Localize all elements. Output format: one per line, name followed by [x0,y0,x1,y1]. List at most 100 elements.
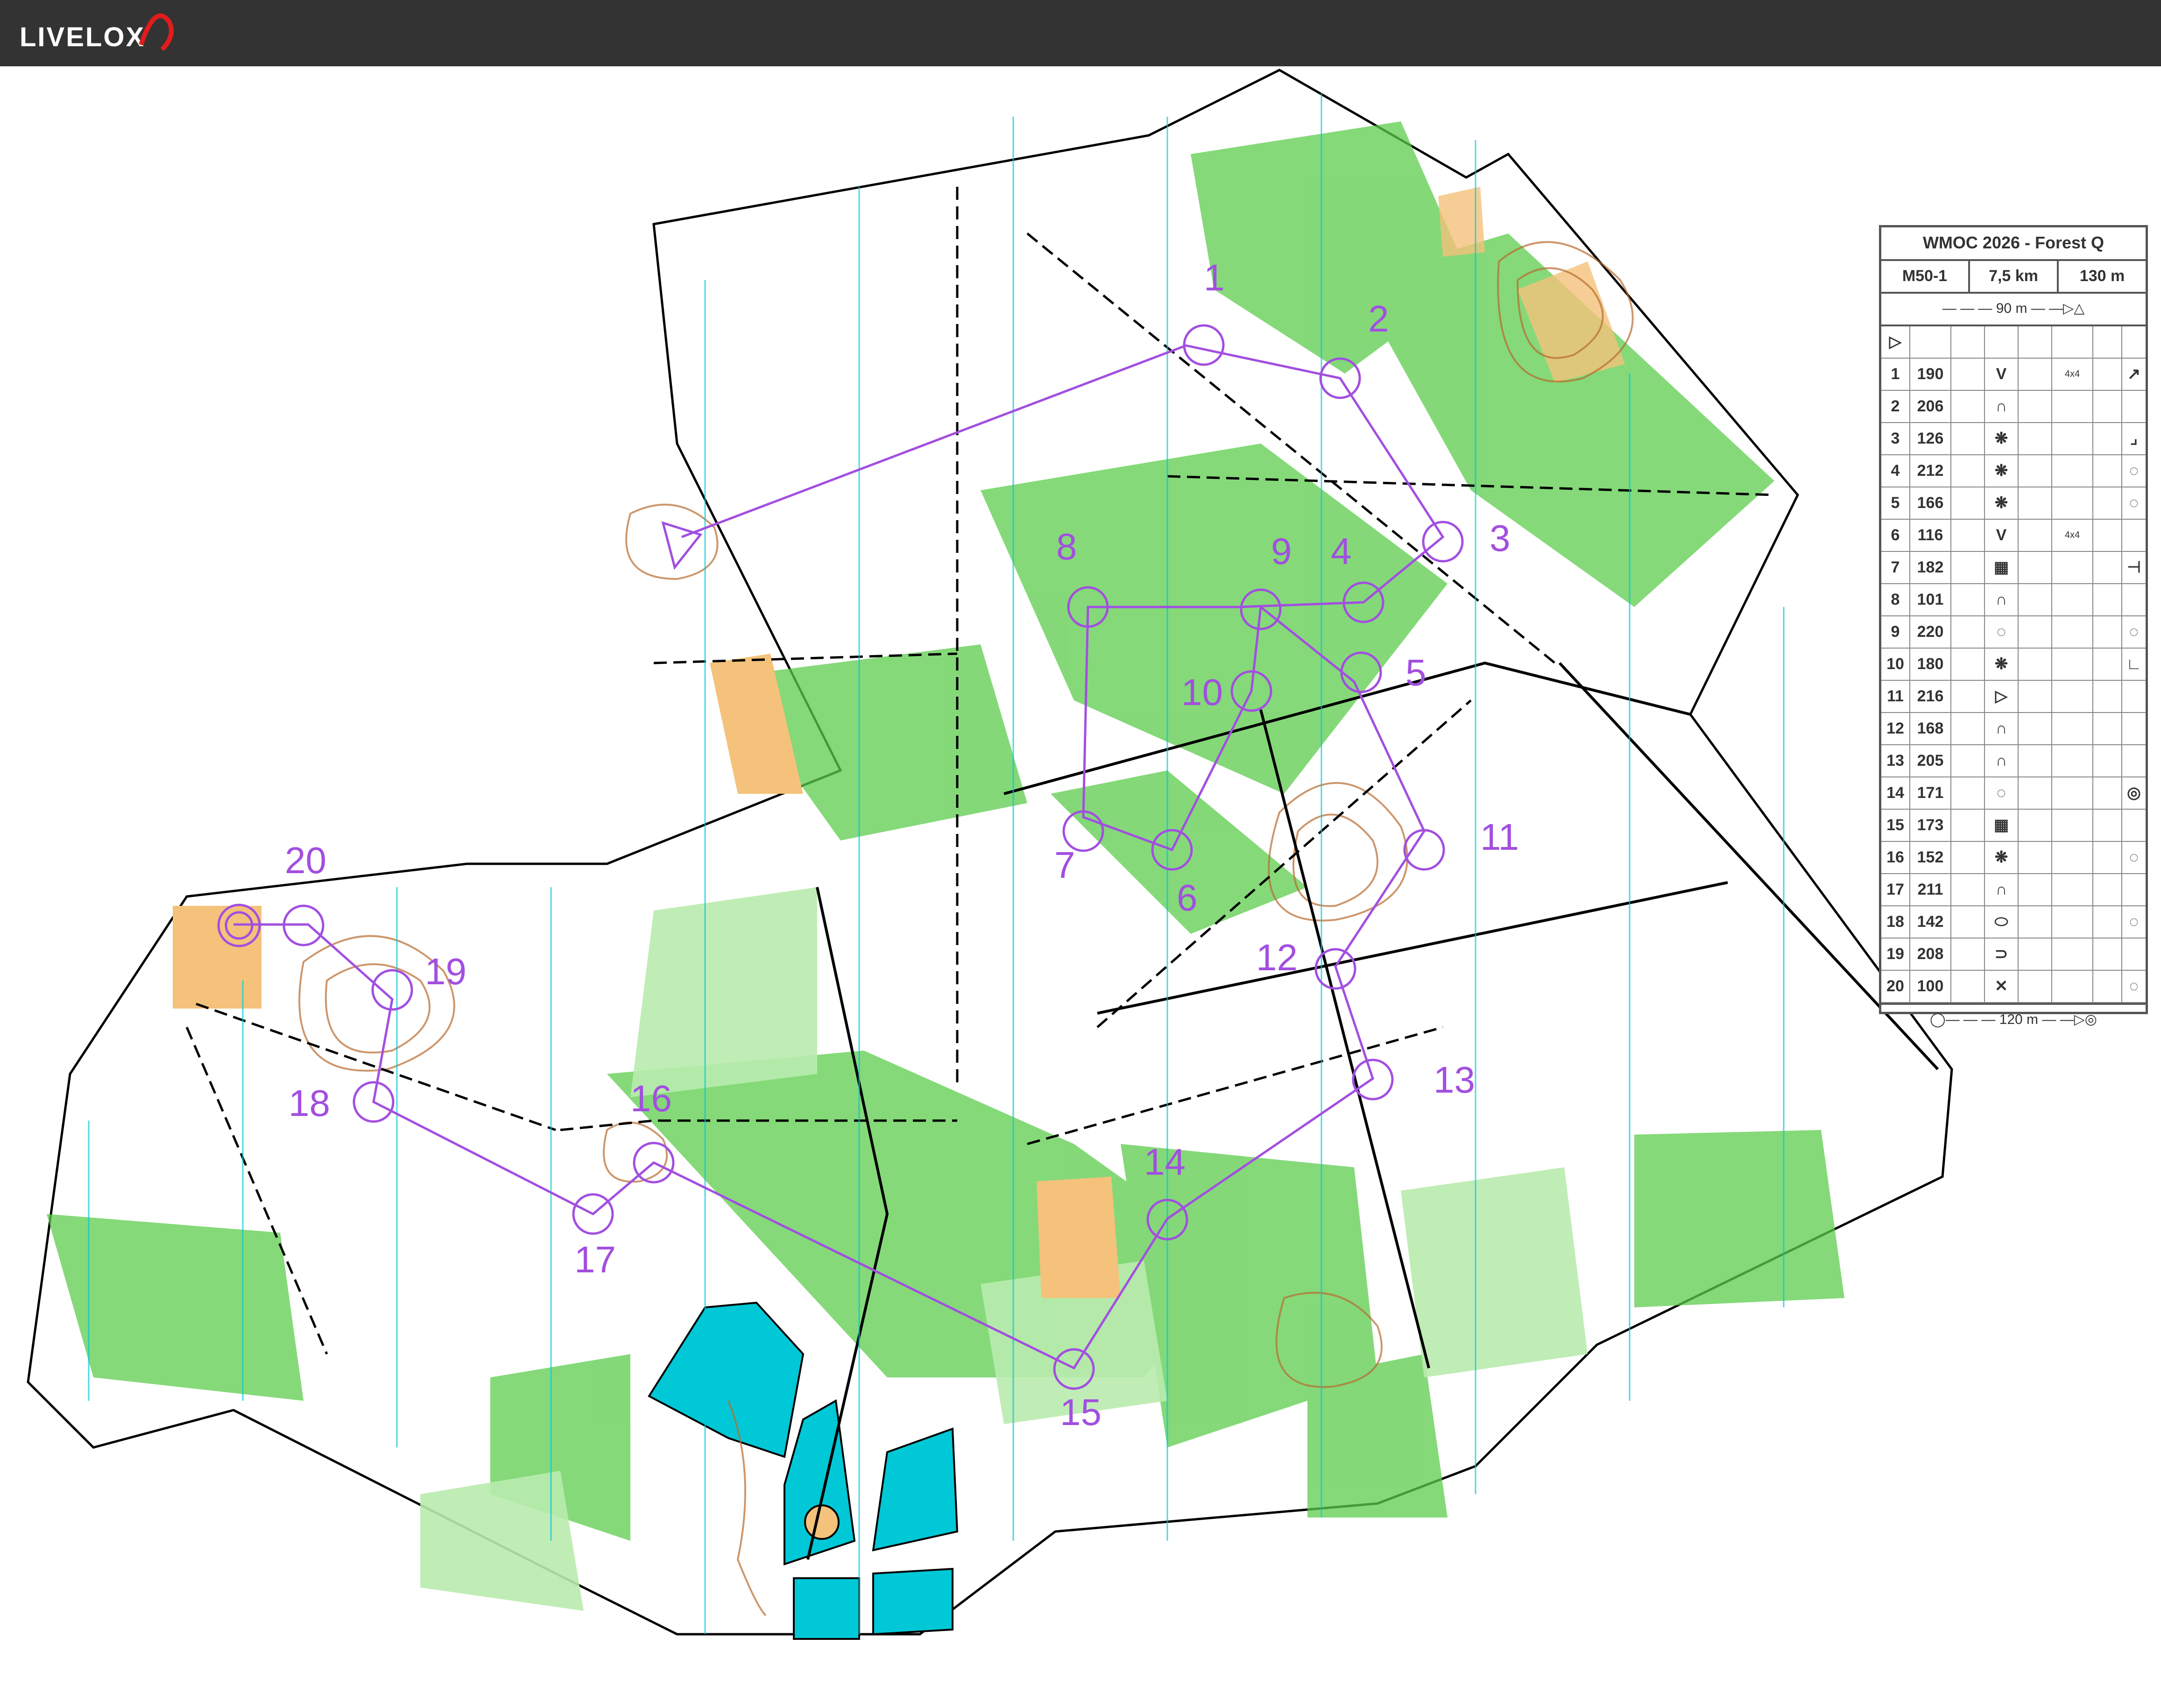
control-extra [2093,649,2122,680]
control-row: 6 116 V 4x4 [1881,520,2146,552]
control-direction [1951,649,1985,680]
control-extra [2093,745,2122,776]
control-appearance [2019,391,2052,422]
control-row: 9 220 ◌ ◌ [1881,616,2146,649]
control-number: 5 [1881,487,1910,519]
orienteering-map[interactable]: 12345678 91011121314151617181920 [0,66,2161,1708]
control-extra [2093,359,2122,390]
control-feature-icon: ▷ [1985,681,2019,712]
control-label: 17 [574,1239,616,1280]
start-triangle[interactable] [661,521,703,570]
control-label: 15 [1060,1391,1102,1433]
control-location-icon [2122,745,2146,776]
control-dimension: 4x4 [2052,359,2093,390]
island [804,1504,840,1540]
control-feature-icon: ⊃ [1985,939,2019,970]
control-row: 7 182 ▦ ⊣ [1881,552,2146,584]
control-location-icon: ↗ [2127,365,2141,383]
control-appearance [2019,810,2052,841]
control-label: 11 [1480,816,1519,858]
control-appearance [2019,520,2052,551]
control-label: 5 [1405,652,1427,693]
control-number: 4 [1881,455,1910,487]
control-number: 18 [1881,906,1910,938]
control-location-icon [2122,391,2146,422]
control-extra [2093,842,2122,873]
control-number: 8 [1881,584,1910,615]
control-number: 13 [1881,745,1910,776]
control-number: 15 [1881,810,1910,841]
control-code: 101 [1910,584,1951,615]
control-extra [2093,777,2122,809]
control-feature-icon: ❋ [1985,649,2019,680]
livelox-logo[interactable]: LIVELOX [20,21,145,53]
control-dimension [2052,681,2093,712]
control-feature-icon: ▦ [1985,552,2019,583]
control-dimension [2052,906,2093,938]
control-extra [2093,939,2122,970]
control-feature-icon: ∩ [1985,874,2019,905]
control-row: 12 168 ∩ [1881,713,2146,745]
course-length: 7,5 km [1970,261,2059,292]
control-feature-icon: ❋ [1985,423,2019,454]
control-dimension [2052,874,2093,905]
control-direction [1951,842,1985,873]
control-row: 8 101 ∩ [1881,584,2146,616]
control-location-icon: ◌ [2129,494,2139,512]
control-extra [2093,584,2122,615]
control-appearance [2019,552,2052,583]
control-rows: 1 190 V 4x4 ↗ 2 206 ∩ 3 126 ❋ ⌟ 4 212 ❋ ◌ 5 166 ❋ ◌ 6 116 V 4x4… [1881,359,2146,1003]
control-feature-icon: ∩ [1985,584,2019,615]
control-label: 7 [1054,844,1075,886]
course-climb: 130 m [2079,267,2125,285]
control-number: 3 [1881,423,1910,454]
control-appearance [2019,584,2052,615]
control-label: 4 [1331,530,1352,572]
control-direction [1951,391,1985,422]
control-row: 4 212 ❋ ◌ [1881,455,2146,487]
control-appearance [2019,455,2052,487]
control-label: 2 [1368,298,1389,339]
control-direction [1951,939,1985,970]
control-direction [1951,681,1985,712]
control-direction [1951,906,1985,938]
control-feature-icon: V [1985,359,2019,390]
control-code: 126 [1910,423,1951,454]
control-number: 19 [1881,939,1910,970]
control-dimension [2052,649,2093,680]
control-dimension [2052,487,2093,519]
control-extra [2093,713,2122,744]
control-feature-icon: ◌ [1985,616,2019,648]
control-code: 168 [1910,713,1951,744]
event-title: WMOC 2026 - Forest Q [1881,227,2146,261]
finish-tape-distance: 120 m [1999,1012,2039,1027]
control-appearance [2019,359,2052,390]
control-code: 173 [1910,810,1951,841]
control-row: 20 100 ✕ ◌ [1881,971,2146,1003]
control-label: 19 [425,951,466,992]
control-location-icon [2122,520,2146,551]
control-code: 205 [1910,745,1951,776]
top-bar: LIVELOX [0,0,2161,66]
control-appearance [2019,616,2052,648]
control-location-icon: ⌟ [2130,430,2138,447]
control-number: 20 [1881,971,1910,1002]
control-feature-icon: ▦ [1985,810,2019,841]
control-direction [1951,745,1985,776]
control-location-icon: ◌ [2129,462,2139,480]
control-number: 14 [1881,777,1910,809]
control-label: 20 [285,840,326,881]
control-description-sheet: WMOC 2026 - Forest Q M50-1 7,5 km 130 m … [1879,225,2148,1027]
control-appearance [2019,939,2052,970]
control-row: 5 166 ❋ ◌ [1881,487,2146,520]
control-number: 17 [1881,874,1910,905]
control-code: 116 [1910,520,1951,551]
start-tape-row: — — — 90 m — —▷△ [1881,294,2146,326]
control-label: 1 [1204,257,1225,298]
control-code: 100 [1910,971,1951,1002]
control-number: 11 [1881,681,1910,712]
control-dimension [2052,455,2093,487]
control-direction [1951,777,1985,809]
control-feature-icon: ❋ [1985,842,2019,873]
control-location-icon: ◎ [2127,784,2141,802]
